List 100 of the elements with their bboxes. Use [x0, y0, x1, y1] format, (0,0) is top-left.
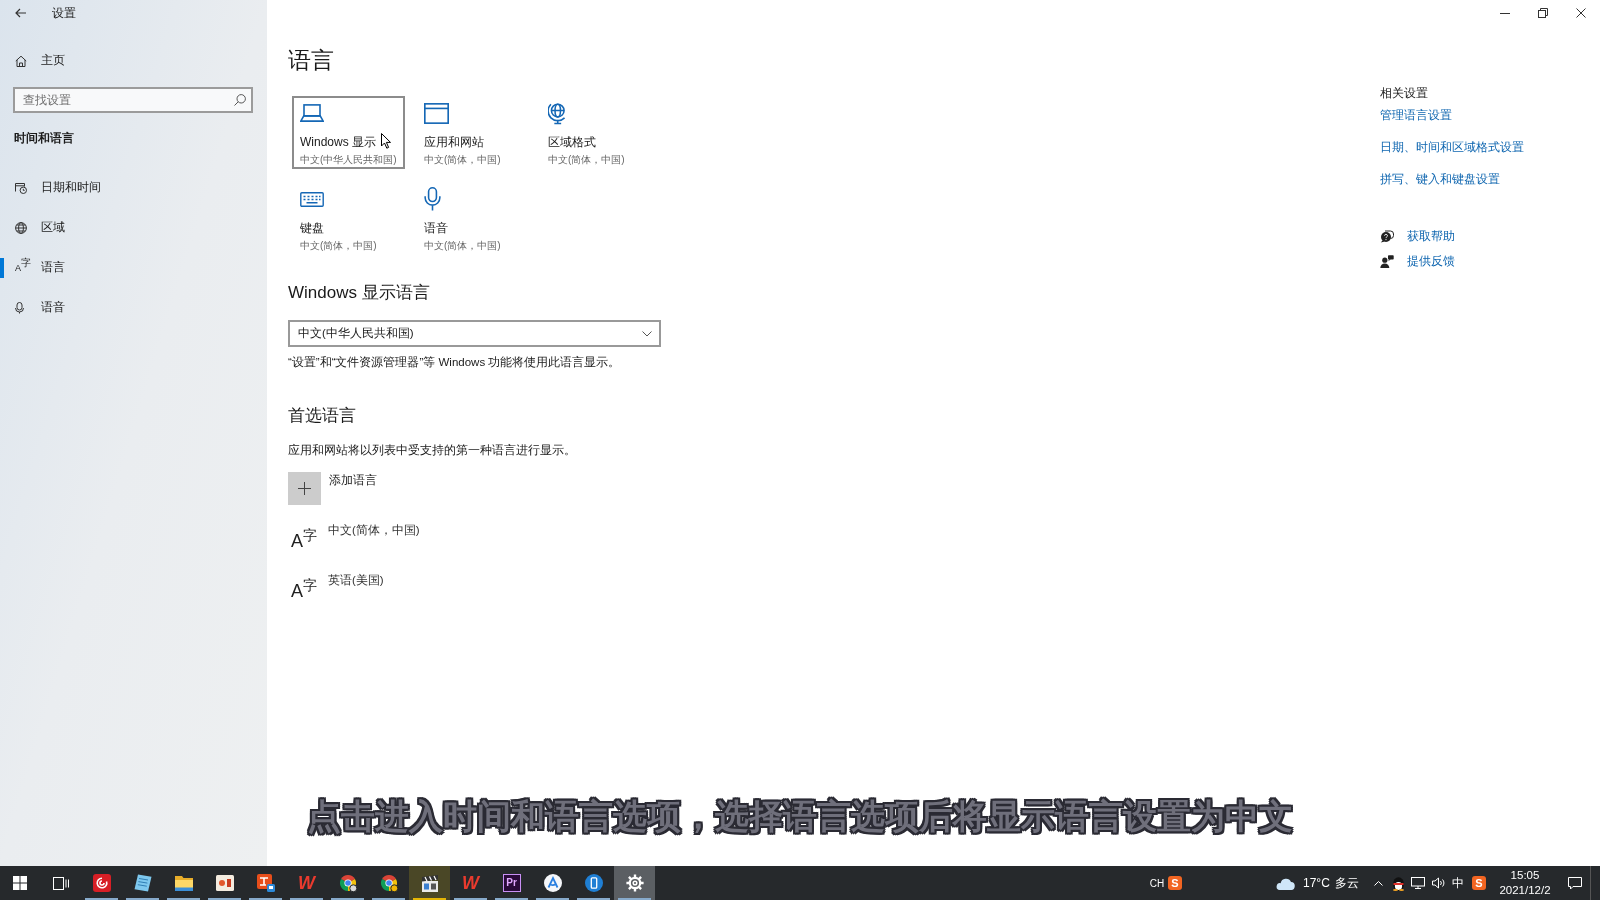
tile-value: 中文(简体，中国) [424, 239, 501, 252]
weather-condition: 多云 [1334, 875, 1359, 892]
search-icon [234, 94, 246, 106]
language-list-item[interactable]: A$^{字}$ 英语(美国) [288, 572, 384, 604]
clock-time: 15:05 [1510, 868, 1540, 883]
language-name: 英语(美国) [328, 573, 384, 588]
sidebar-item[interactable]: 日期和时间 [0, 168, 267, 208]
tile-value: 中文(简体，中国) [548, 153, 625, 166]
support-label: 提供反馈 [1407, 253, 1455, 269]
globe-icon [15, 222, 27, 234]
task-view-icon [52, 876, 69, 890]
description-text: 应用和网站将以列表中受支持的第一种语言进行显示。 [288, 443, 576, 458]
network-monitor-icon [1411, 877, 1425, 889]
feedback-person-icon [1380, 254, 1394, 268]
taskbar-app-button[interactable] [409, 866, 450, 900]
section-heading: 首选语言 [288, 405, 356, 427]
window-icon [424, 102, 449, 124]
start-icon [13, 876, 27, 890]
notepad-icon [133, 874, 152, 892]
taskbar-app-button[interactable]: W [450, 866, 491, 900]
tile-value: 中文(简体，中国) [424, 153, 501, 166]
chevron-up-icon [1373, 880, 1383, 886]
home-icon [15, 55, 27, 67]
tile-label: 区域格式 [548, 134, 596, 150]
tile-label: 语音 [424, 220, 448, 236]
keyboard-icon [300, 191, 324, 207]
cloud-icon [1275, 876, 1295, 890]
help-bubble-icon [1380, 229, 1394, 243]
settings-icon [625, 874, 644, 892]
phone-icon [584, 874, 603, 892]
tile-label: 应用和网站 [424, 134, 484, 150]
section-heading: Windows 显示语言 [288, 282, 430, 304]
spiral-app-icon [92, 874, 111, 892]
home-button[interactable]: 主页 [0, 41, 267, 81]
related-link[interactable]: 日期、时间和区域格式设置 [1380, 139, 1524, 155]
clapperboard-icon [420, 874, 439, 892]
related-link[interactable]: 管理语言设置 [1380, 107, 1452, 123]
sidebar-item[interactable]: 语音 [0, 288, 267, 328]
settings-tile[interactable]: 应用和网站 中文(简体，中国) [416, 96, 529, 169]
settings-tile[interactable]: 区域格式 中文(简体，中国) [540, 96, 653, 169]
clock-button[interactable]: 15:05 2021/12/2 [1490, 866, 1560, 900]
speaker-icon [1431, 877, 1445, 889]
settings-tile[interactable]: Windows 显示 中文(中华人民共和国) [292, 96, 405, 169]
taskbar-app-button[interactable]: W [286, 866, 327, 900]
folder-icon [174, 875, 193, 891]
search-field[interactable]: 查找设置 [13, 87, 253, 113]
related-heading: 相关设置 [1380, 85, 1428, 101]
language-icon: A$^{字}$ [291, 528, 317, 554]
settings-tile[interactable]: 语音 中文(简体，中国) [416, 182, 529, 255]
support-label: 获取帮助 [1407, 228, 1455, 244]
add-language-button[interactable]: 添加语言 [288, 472, 377, 505]
browser-icon [379, 874, 398, 892]
input-language-button[interactable]: CH [1146, 866, 1168, 900]
ime-mode-button[interactable]: 中 [1448, 866, 1468, 900]
tile-label: Windows 显示 [300, 134, 376, 150]
laptop-icon [300, 104, 324, 122]
calendar-clock-icon [15, 182, 27, 194]
app-logo: W [298, 874, 315, 892]
browser-icon [338, 874, 357, 892]
support-link[interactable]: 获取帮助 [1380, 228, 1455, 244]
related-link[interactable]: 拼写、键入和键盘设置 [1380, 171, 1500, 187]
globe-stand-icon [548, 101, 567, 125]
restore-icon [1538, 8, 1548, 18]
support-link[interactable]: 提供反馈 [1380, 253, 1455, 269]
page-title: 语言 [288, 46, 334, 75]
section-title: 时间和语言 [13, 130, 75, 146]
temperature-text: 17°C [1303, 875, 1330, 892]
back-arrow-icon [15, 8, 26, 18]
chevron-down-icon [642, 330, 652, 337]
sidebar-item[interactable]: 区域 [0, 208, 267, 248]
language-icon: A$^{字}$ [291, 578, 317, 604]
plus-icon [288, 472, 321, 505]
weather-button[interactable]: 17°C 多云 [1271, 866, 1361, 900]
microphone-icon [15, 302, 24, 314]
app-logo: Pr [502, 874, 521, 892]
slides-tile-icon [215, 875, 234, 891]
language-list-item[interactable]: A$^{字}$ 中文(简体，中国) [288, 522, 420, 554]
close-icon [1576, 8, 1586, 18]
microphone-icon [424, 187, 441, 211]
language-name: 中文(简体，中国) [328, 523, 420, 538]
language-dropdown[interactable]: 中文(中华人民共和国) [288, 320, 661, 347]
window-title: 设置 [52, 6, 76, 21]
clock-date: 2021/12/2 [1499, 883, 1551, 898]
tile-value: 中文(简体，中国) [300, 239, 377, 252]
tile-value: 中文(中华人民共和国) [300, 153, 397, 166]
penguin-icon [1391, 875, 1405, 891]
taskbar-app-button[interactable] [614, 866, 655, 900]
settings-tile[interactable]: 键盘 中文(简体，中国) [292, 182, 405, 255]
peak-logo-icon [543, 874, 562, 892]
description-text: “设置”和“文件资源管理器”等 Windows 功能将使用此语言显示。 [288, 355, 621, 370]
mouse-pointer-icon [381, 133, 391, 149]
app-logo: W [462, 874, 479, 892]
video-subtitle: 点击进入时间和语言选项，选择语言选项后将显示语言设置为中文 [307, 796, 1293, 836]
ime-logo: S [1168, 876, 1182, 890]
minimize-icon [1500, 12, 1510, 14]
tile-label: 键盘 [300, 220, 324, 236]
ime-logo: S [1472, 876, 1486, 890]
notification-icon [1568, 876, 1582, 890]
taskbar-app-button[interactable]: Pr [491, 866, 532, 900]
tile-with-badge-icon [256, 874, 275, 892]
